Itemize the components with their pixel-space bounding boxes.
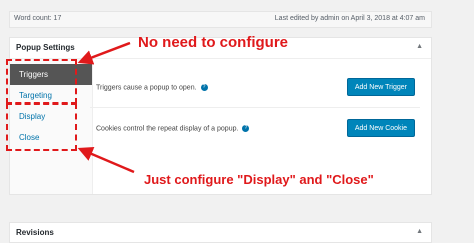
callout-just-configure: Just configure "Display" and "Close" [144, 172, 374, 187]
status-bar: Word count: 17 Last edited by admin on A… [9, 11, 432, 28]
help-icon[interactable]: ? [200, 84, 208, 91]
cookies-description: Cookies control the repeat display of a … [96, 125, 250, 132]
revisions-title: Revisions [16, 228, 54, 237]
collapse-toggle-icon[interactable]: ▲ [416, 43, 423, 50]
add-new-trigger-button[interactable]: Add New Trigger [346, 78, 415, 96]
triggers-targeting-highlight [6, 59, 77, 104]
cookies-row: Cookies control the repeat display of a … [90, 119, 420, 139]
collapse-toggle-icon[interactable]: ▲ [416, 228, 423, 235]
display-close-highlight [6, 103, 77, 151]
triggers-row: Triggers cause a popup to open.? Add New… [90, 78, 420, 98]
last-edited: Last edited by admin on April 3, 2018 at… [274, 15, 425, 22]
row-divider [90, 107, 420, 108]
help-icon[interactable]: ? [242, 125, 250, 132]
callout-no-need: No need to configure [138, 34, 288, 51]
revisions-box[interactable]: Revisions ▲ [9, 222, 432, 243]
word-count: Word count: 17 [14, 15, 62, 22]
popup-settings-title: Popup Settings [16, 43, 75, 52]
triggers-description: Triggers cause a popup to open.? [96, 84, 208, 91]
add-new-cookie-button[interactable]: Add New Cookie [346, 119, 415, 137]
